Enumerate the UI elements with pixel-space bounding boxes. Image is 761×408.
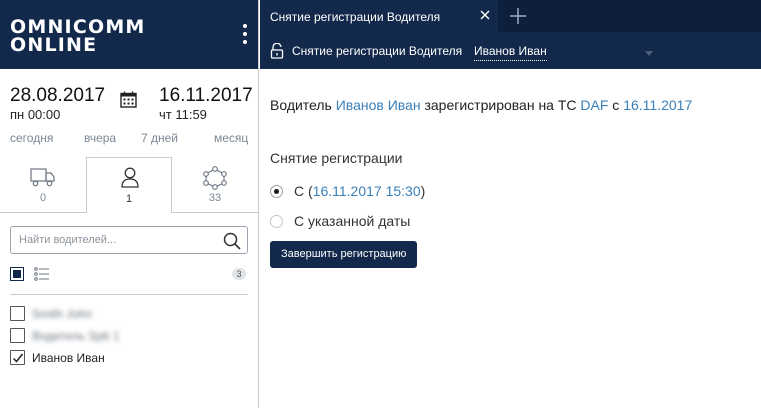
network-icon (203, 166, 227, 190)
from-time: пн 00:00 (10, 107, 61, 122)
drivers-count: 1 (125, 193, 133, 205)
tab-label: Снятие регистрации Водителя (270, 10, 441, 24)
document-title: Снятие регистрации Водителя (292, 44, 463, 58)
period-7-days[interactable]: 7 дней (141, 131, 178, 145)
option-date-link[interactable]: 16.11.2017 15:30 (313, 183, 421, 199)
vehicle-link[interactable]: DAF (580, 97, 608, 113)
vehicles-count: 0 (39, 192, 47, 204)
period-to[interactable]: 16.11.2017 чт 11:59 (159, 85, 253, 123)
option-label: С (16.11.2017 15:30) (294, 183, 425, 199)
tab-drivers[interactable]: 1 (86, 157, 172, 213)
radio-from-date[interactable] (270, 215, 283, 228)
driver-name: Водитель Spb 1 (32, 329, 120, 343)
person-icon (121, 167, 139, 188)
status-text: Водитель (270, 97, 336, 113)
tab-geozones[interactable]: 33 (172, 157, 258, 213)
to-date: 16.11.2017 (159, 85, 253, 106)
list-toolbar: 3 (10, 266, 248, 282)
list-count-badge: 3 (232, 268, 246, 280)
unlock-icon[interactable] (270, 43, 284, 59)
period-yesterday[interactable]: вчера (84, 131, 116, 145)
document-tabbar: Снятие регистрации Водителя (260, 0, 761, 32)
new-tab-plus-icon[interactable] (509, 7, 527, 25)
driver-selector[interactable]: Иванов Иван (474, 44, 547, 61)
radio-from-now[interactable] (270, 185, 283, 198)
select-all-checkbox[interactable] (10, 267, 24, 281)
option-text: С ( (294, 183, 313, 199)
search-input[interactable] (19, 230, 219, 250)
period-shortcuts: сегодня вчера 7 дней месяц (0, 131, 258, 147)
period-month[interactable]: месяц (214, 131, 248, 145)
list-item[interactable]: Водитель Spb 1 (10, 328, 248, 350)
period-selector: 28.08.2017 пн 00:00 16.11.2017 чт 11:59 … (0, 69, 258, 153)
driver-link[interactable]: Иванов Иван (336, 97, 421, 113)
driver-checkbox[interactable] (10, 306, 25, 321)
brand-header: OMNICOMM ONLINE (0, 0, 258, 69)
list-item[interactable]: Smith John (10, 306, 248, 328)
list-divider (10, 294, 248, 295)
option-text: ) (420, 183, 426, 199)
to-time: чт 11:59 (159, 107, 207, 122)
driver-checkbox[interactable] (10, 350, 25, 365)
registration-date-link[interactable]: 16.11.2017 (623, 97, 692, 113)
list-item[interactable]: Иванов Иван (10, 350, 248, 372)
registration-status: Водитель Иванов Иван зарегистрирован на … (270, 97, 692, 113)
driver-checkbox[interactable] (10, 328, 25, 343)
status-text: с (608, 97, 624, 113)
checkmark-icon (12, 353, 24, 363)
document-header: Снятие регистрации Водителя Иванов Иван (260, 32, 761, 69)
tab-unregister-driver[interactable]: Снятие регистрации Водителя (260, 0, 498, 32)
option-label: С указанной даты (294, 213, 411, 229)
geozones-count: 33 (208, 192, 222, 204)
chevron-down-icon[interactable] (645, 51, 653, 56)
truck-icon (30, 168, 55, 187)
driver-name: Smith John (32, 307, 93, 321)
kebab-menu-icon[interactable] (242, 24, 248, 44)
driver-list: Smith John Водитель Spb 1 Иванов Иван (10, 306, 248, 372)
tab-vehicles[interactable]: 0 (0, 157, 86, 213)
period-today[interactable]: сегодня (10, 131, 53, 145)
object-tabs: 0 1 33 (0, 157, 258, 213)
from-date: 28.08.2017 (10, 85, 106, 106)
sidebar: OMNICOMM ONLINE 28.08.2017 пн 00:00 16.1… (0, 0, 259, 408)
finish-registration-button[interactable]: Завершить регистрацию (270, 241, 418, 268)
app-window: OMNICOMM ONLINE 28.08.2017 пн 00:00 16.1… (0, 0, 761, 408)
driver-search (10, 226, 248, 254)
search-icon[interactable] (223, 232, 241, 250)
close-icon[interactable] (478, 8, 492, 22)
driver-name: Иванов Иван (32, 351, 105, 365)
period-from[interactable]: 28.08.2017 пн 00:00 (10, 85, 105, 123)
omnicomm-logo[interactable]: OMNICOMM ONLINE (10, 18, 146, 56)
list-view-icon[interactable] (34, 267, 50, 281)
logo-line-2: ONLINE (10, 34, 98, 56)
status-text: зарегистрирован на ТС (420, 97, 581, 113)
calendar-icon[interactable] (120, 91, 137, 108)
section-title: Снятие регистрации (270, 150, 403, 166)
